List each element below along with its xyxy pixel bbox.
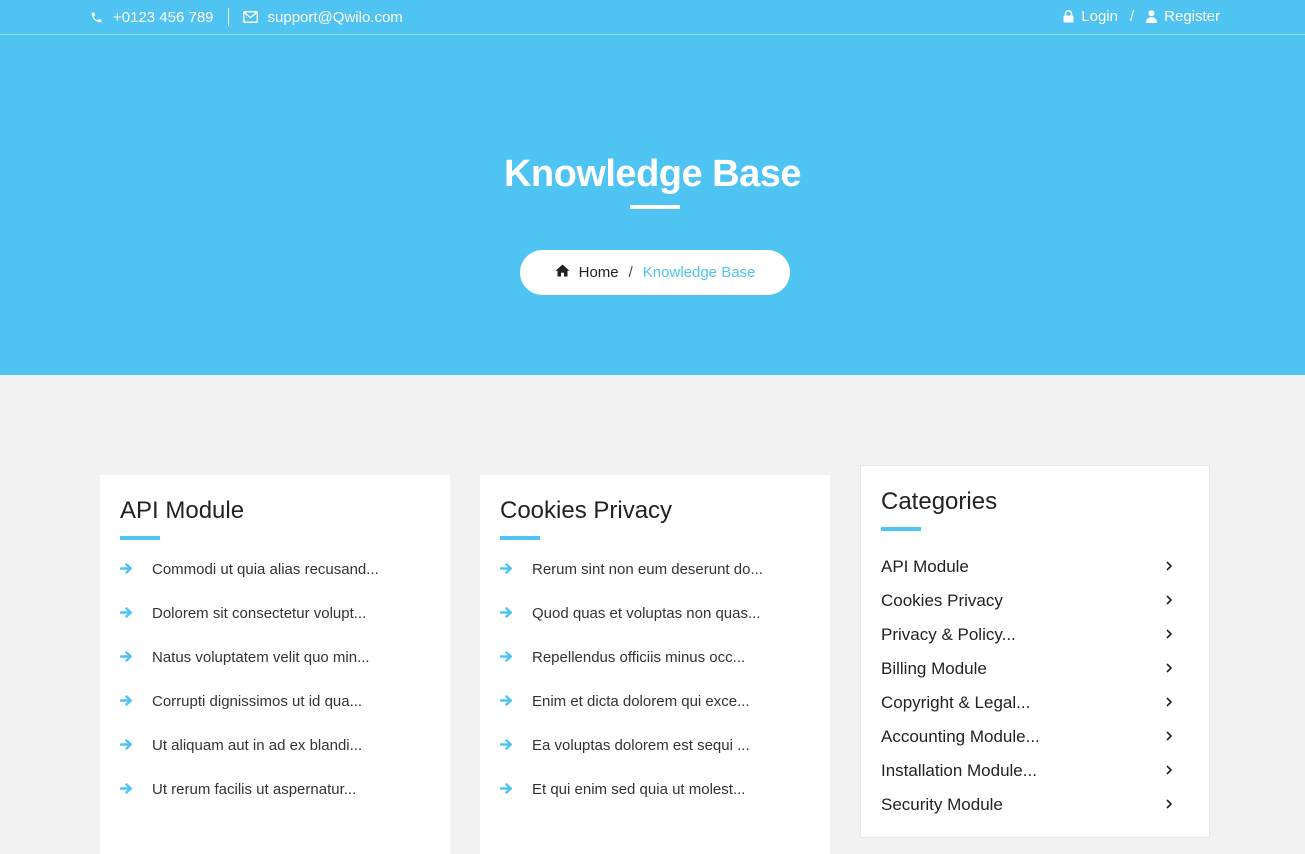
category-label: Accounting Module... (881, 727, 1040, 746)
phone-icon (90, 11, 103, 24)
kb-article-title: Corrupti dignissimos ut id qua... (152, 693, 363, 710)
email-link[interactable]: support@Qwilo.com (242, 8, 403, 26)
chevron-right-icon (1165, 591, 1173, 611)
category-item[interactable]: Accounting Module... (881, 720, 1173, 754)
arrow-right-icon (499, 649, 532, 667)
kb-article-list: Commodi ut quia alias recusand... Dolore… (119, 561, 379, 825)
categories-widget: Categories API Module Cookies Privacy Pr… (860, 465, 1210, 838)
title-underline (630, 205, 680, 209)
chevron-right-icon (1165, 795, 1173, 815)
account-separator: / (1129, 8, 1135, 25)
category-label: Privacy & Policy... (881, 625, 1016, 644)
category-list: API Module Cookies Privacy Privacy & Pol… (881, 550, 1173, 822)
category-label: Copyright & Legal... (881, 693, 1031, 712)
category-label: API Module (881, 557, 969, 576)
page-title: Knowledge Base (503, 153, 802, 195)
arrow-right-icon (119, 781, 152, 799)
kb-article-link[interactable]: Ut rerum facilis ut aspernatur... (119, 781, 379, 825)
categories-title: Categories (881, 488, 998, 515)
category-item[interactable]: Privacy & Policy... (881, 618, 1173, 652)
user-icon (1146, 10, 1158, 23)
top-bar: +0123 456 789 support@Qwilo.com Login / … (0, 0, 1305, 35)
kb-article-title: Ut rerum facilis ut aspernatur... (152, 781, 357, 798)
category-label: Billing Module (881, 659, 987, 678)
kb-article-title: Rerum sint non eum deserunt do... (532, 561, 763, 578)
category-item[interactable]: API Module (881, 550, 1173, 584)
kb-article-title: Ea voluptas dolorem est sequi ... (532, 737, 750, 754)
phone-link[interactable]: +0123 456 789 (90, 9, 214, 26)
account-links: Login / Register (1063, 8, 1220, 25)
kb-card-cookies-privacy: Cookies Privacy Rerum sint non eum deser… (480, 475, 830, 854)
chevron-right-icon (1165, 761, 1173, 781)
arrow-right-icon (499, 561, 532, 579)
breadcrumb-home-label: Home (578, 264, 619, 281)
kb-article-title: Repellendus officiis minus occ... (532, 649, 746, 666)
breadcrumb-separator: / (628, 264, 633, 281)
breadcrumb-current: Knowledge Base (642, 264, 756, 281)
category-item[interactable]: Security Module (881, 788, 1173, 822)
kb-card-title[interactable]: Cookies Privacy (500, 497, 672, 525)
chevron-right-icon (1165, 693, 1173, 713)
kb-article-title: Dolorem sit consectetur volupt... (152, 605, 367, 622)
category-item[interactable]: Billing Module (881, 652, 1173, 686)
login-label: Login (1081, 8, 1118, 25)
arrow-right-icon (499, 605, 532, 623)
lock-icon (1063, 10, 1074, 23)
register-link[interactable]: Register (1146, 8, 1220, 25)
kb-article-title: Natus voluptatem velit quo min... (152, 649, 370, 666)
kb-article-link[interactable]: Enim et dicta dolorem qui exce... (499, 693, 763, 737)
kb-article-link[interactable]: Commodi ut quia alias recusand... (119, 561, 379, 605)
contact-divider (227, 8, 229, 26)
category-item[interactable]: Installation Module... (881, 754, 1173, 788)
kb-article-link[interactable]: Ut aliquam aut in ad ex blandi... (119, 737, 379, 781)
arrow-right-icon (499, 693, 532, 711)
home-icon (555, 264, 570, 281)
category-label: Installation Module... (881, 761, 1037, 780)
chevron-right-icon (1165, 625, 1173, 645)
chevron-right-icon (1165, 659, 1173, 679)
categories-underline (881, 527, 921, 531)
kb-article-link[interactable]: Et qui enim sed quia ut molest... (499, 781, 763, 825)
arrow-right-icon (119, 561, 152, 579)
register-label: Register (1164, 8, 1220, 25)
kb-article-title: Et qui enim sed quia ut molest... (532, 781, 746, 798)
kb-article-link[interactable]: Natus voluptatem velit quo min... (119, 649, 379, 693)
kb-article-link[interactable]: Dolorem sit consectetur volupt... (119, 605, 379, 649)
category-item[interactable]: Cookies Privacy (881, 584, 1173, 618)
kb-article-title: Commodi ut quia alias recusand... (152, 561, 379, 578)
category-label: Security Module (881, 795, 1003, 814)
hero-banner: Knowledge Base Home / Knowledge Base (0, 35, 1305, 375)
login-link[interactable]: Login (1063, 8, 1118, 25)
arrow-right-icon (119, 649, 152, 667)
kb-card-api-module: API Module Commodi ut quia alias recusan… (100, 475, 450, 854)
breadcrumb-home-link[interactable]: Home (555, 264, 619, 281)
kb-card-underline (500, 536, 540, 540)
kb-article-link[interactable]: Corrupti dignissimos ut id qua... (119, 693, 379, 737)
email-address: support@Qwilo.com (267, 8, 403, 26)
kb-article-list: Rerum sint non eum deserunt do... Quod q… (499, 561, 763, 825)
arrow-right-icon (119, 605, 152, 623)
kb-article-link[interactable]: Ea voluptas dolorem est sequi ... (499, 737, 763, 781)
arrow-right-icon (119, 737, 152, 755)
phone-number: +0123 456 789 (113, 8, 214, 26)
arrow-right-icon (499, 781, 532, 799)
chevron-right-icon (1165, 727, 1173, 747)
kb-article-link[interactable]: Repellendus officiis minus occ... (499, 649, 763, 693)
kb-article-link[interactable]: Rerum sint non eum deserunt do... (499, 561, 763, 605)
arrow-right-icon (119, 693, 152, 711)
kb-article-title: Enim et dicta dolorem qui exce... (532, 693, 750, 710)
breadcrumb: Home / Knowledge Base (520, 250, 790, 295)
contact-info: +0123 456 789 support@Qwilo.com (90, 8, 403, 26)
chevron-right-icon (1165, 557, 1173, 577)
category-label: Cookies Privacy (881, 591, 1003, 610)
kb-article-link[interactable]: Quod quas et voluptas non quas... (499, 605, 763, 649)
kb-card-underline (120, 536, 160, 540)
kb-article-title: Ut aliquam aut in ad ex blandi... (152, 737, 363, 754)
arrow-right-icon (499, 737, 532, 755)
kb-card-title[interactable]: API Module (120, 497, 244, 525)
category-item[interactable]: Copyright & Legal... (881, 686, 1173, 720)
envelope-icon (242, 11, 258, 23)
kb-article-title: Quod quas et voluptas non quas... (532, 605, 761, 622)
